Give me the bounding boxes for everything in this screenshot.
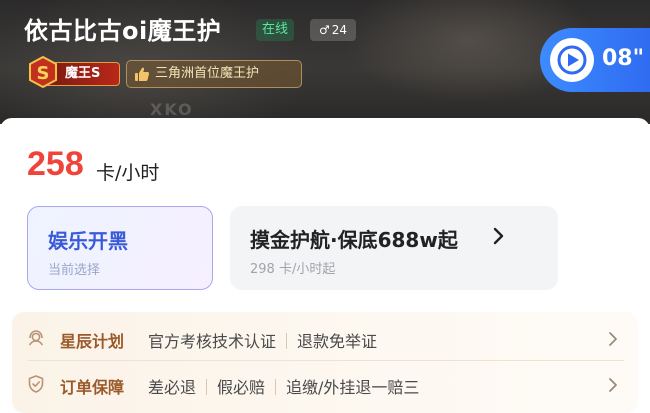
- option-subtitle: 当前选择: [48, 263, 101, 278]
- guarantee-panel: 星辰计划 官方考核技术认证 退款免举证 订单保障 差必退 假必赔 追缴/外挂退一赔三: [12, 312, 638, 413]
- row-divider: [28, 360, 624, 361]
- price-value: 258: [27, 145, 84, 183]
- voice-duration: 08": [602, 46, 645, 71]
- guarantee-item: 官方考核技术认证: [148, 332, 277, 351]
- option-subtitle: 298 卡/小时起: [250, 262, 336, 277]
- guarantee-item: 追缴/外挂退一赔三: [286, 378, 420, 397]
- option-title: 摸金护航·保底688w起: [250, 228, 458, 252]
- option-title: 娱乐开黑: [48, 229, 128, 253]
- guarantee-item: 假必赔: [217, 378, 266, 397]
- shield-check-icon: [28, 375, 44, 393]
- service-agent-icon: [29, 330, 43, 346]
- divider: [275, 379, 277, 395]
- divider: [286, 333, 288, 349]
- chevron-right-icon: [493, 227, 504, 245]
- guarantee-items: 官方考核技术认证 退款免举证: [148, 328, 377, 352]
- age-value: 24: [331, 23, 348, 37]
- option-escort[interactable]: 摸金护航·保底688w起 298 卡/小时起: [230, 206, 558, 290]
- chevron-right-icon: [609, 378, 617, 392]
- guarantee-name: 星辰计划: [60, 332, 125, 351]
- profile-header: XKO 依古比古oi魔王护 在线 ♂ 24 魔王S S 三角洲首位魔王护 08": [0, 0, 650, 124]
- play-icon: [550, 38, 594, 82]
- rank-s-logo-icon: S: [29, 56, 57, 88]
- online-status-badge: 在线: [256, 19, 295, 41]
- svg-text:S: S: [37, 63, 50, 84]
- guarantee-item: 退款免举证: [297, 332, 378, 351]
- rank-badge: 魔王S S: [28, 56, 120, 88]
- player-name: 依古比古oi魔王护: [24, 17, 222, 45]
- guarantee-row-order-protection[interactable]: 订单保障 差必退 假必赔 追缴/外挂退一赔三: [12, 362, 638, 408]
- option-entertainment[interactable]: 娱乐开黑 当前选择: [27, 206, 213, 290]
- guarantee-name: 订单保障: [60, 378, 125, 397]
- title-badge-label: 三角洲首位魔王护: [155, 66, 260, 81]
- background-logo-watermark: XKO: [150, 100, 194, 119]
- guarantee-item: 差必退: [148, 378, 197, 397]
- chevron-right-icon: [609, 332, 617, 346]
- male-icon: ♂: [318, 23, 330, 37]
- voice-intro-button[interactable]: 08": [540, 28, 650, 92]
- thumbs-up-icon: [135, 67, 150, 81]
- guarantee-row-star-plan[interactable]: 星辰计划 官方考核技术认证 退款免举证: [12, 316, 638, 362]
- price-unit: 卡/小时: [96, 162, 160, 184]
- divider: [206, 379, 208, 395]
- gender-age-badge: ♂ 24: [310, 19, 356, 41]
- guarantee-items: 差必退 假必赔 追缴/外挂退一赔三: [148, 374, 419, 398]
- title-badge: 三角洲首位魔王护: [126, 60, 302, 88]
